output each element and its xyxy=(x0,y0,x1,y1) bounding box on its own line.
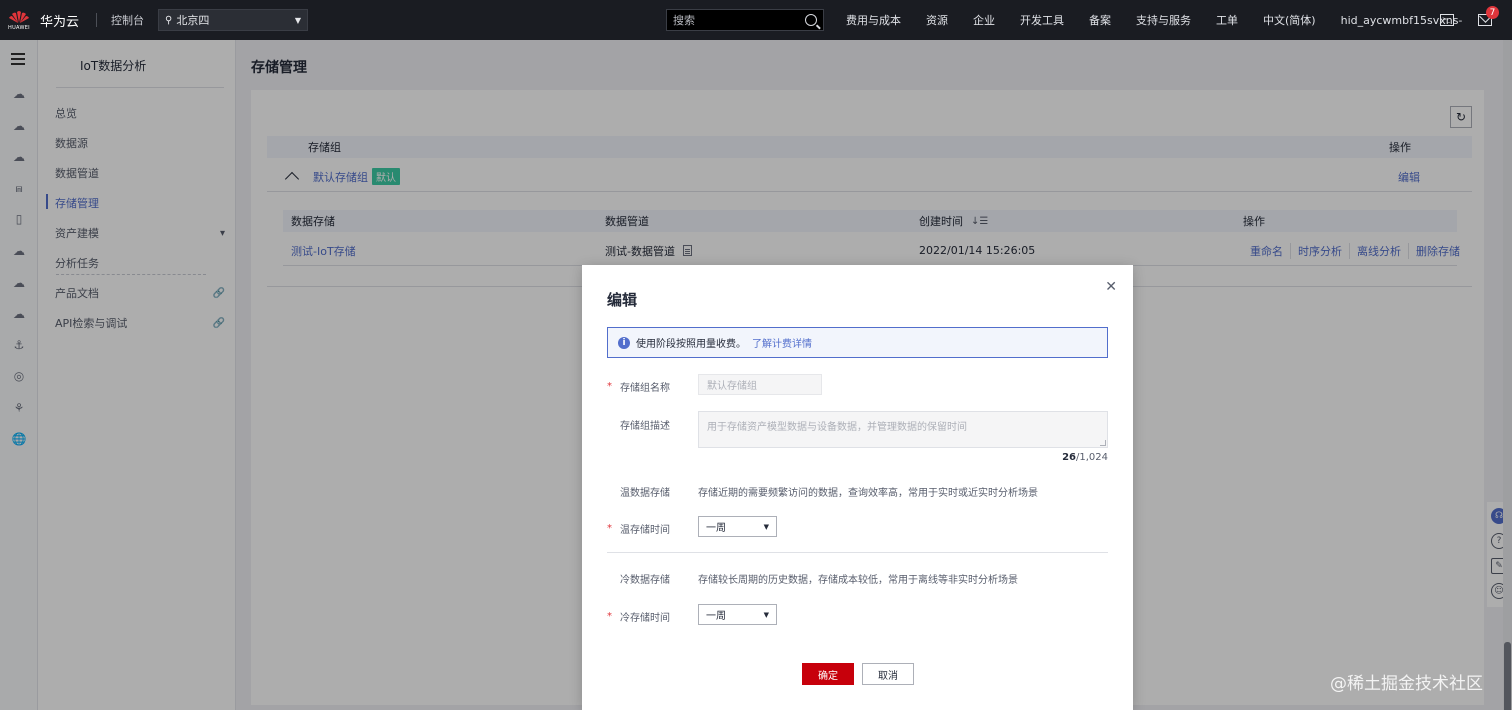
char-counter: 26/1,024 xyxy=(1062,452,1108,463)
required-marker: * xyxy=(607,381,612,392)
confirm-button[interactable]: 确定 xyxy=(802,663,854,685)
nav-resources[interactable]: 资源 xyxy=(926,12,948,28)
mail-badge: 7 xyxy=(1486,6,1499,19)
dialog-title: 编辑 xyxy=(607,291,638,309)
desc-field-value: 用于存储资产模型数据与设备数据，并管理数据的保留时间 xyxy=(707,422,967,433)
required-marker: * xyxy=(607,611,612,622)
nav-cost[interactable]: 费用与成本 xyxy=(846,12,901,28)
terminal-icon[interactable] xyxy=(1440,14,1454,26)
cold-time-label: * 冷存储时间 xyxy=(607,609,697,624)
divider xyxy=(607,552,1108,553)
search-icon[interactable] xyxy=(805,14,817,26)
nav-enterprise[interactable]: 企业 xyxy=(973,12,995,28)
notice-text: 使用阶段按照用量收费。 xyxy=(636,339,746,350)
billing-notice: i 使用阶段按照用量收费。 了解计费详情 xyxy=(607,327,1108,358)
close-icon[interactable]: ✕ xyxy=(1105,279,1117,295)
nav-icp[interactable]: 备案 xyxy=(1089,12,1111,28)
top-nav-links: 费用与成本 资源 企业 开发工具 备案 支持与服务 工单 中文(简体) hid_… xyxy=(846,0,1487,40)
top-navigation-bar: HUAWEI 华为云 控制台 ⚲ 北京四 ▼ 搜索 费用与成本 资源 企业 开发… xyxy=(0,0,1512,40)
divider xyxy=(96,13,97,27)
huawei-logo[interactable]: HUAWEI xyxy=(0,0,38,40)
caret-down-icon: ▼ xyxy=(763,610,769,619)
console-link[interactable]: 控制台 xyxy=(111,12,144,28)
nav-tickets[interactable]: 工单 xyxy=(1216,12,1238,28)
caret-down-icon: ▼ xyxy=(763,522,769,531)
top-icons: 7 xyxy=(1440,0,1499,40)
region-selector[interactable]: ⚲ 北京四 ▼ xyxy=(158,9,308,31)
watermark: @稀土掘金技术社区 xyxy=(1330,674,1483,694)
location-pin-icon: ⚲ xyxy=(165,14,173,26)
billing-details-link[interactable]: 了解计费详情 xyxy=(752,335,812,350)
huawei-petal-icon xyxy=(8,10,30,24)
brand-name[interactable]: 华为云 xyxy=(40,11,92,30)
warm-time-label: * 温存储时间 xyxy=(607,521,697,536)
name-label: * 存储组名称 xyxy=(607,379,697,394)
name-label-text: 存储组名称 xyxy=(620,383,670,394)
edit-dialog: 编辑 ✕ i 使用阶段按照用量收费。 了解计费详情 * 存储组名称 默认存储组 存… xyxy=(582,265,1133,710)
required-marker: * xyxy=(607,523,612,534)
cold-time-value: 一周 xyxy=(706,611,726,622)
cold-storage-description: 存储较长周期的历史数据，存储成本较低，常用于离线等非实时分析场景 xyxy=(698,575,1018,586)
storage-group-description-field[interactable]: 用于存储资产模型数据与设备数据，并管理数据的保留时间 xyxy=(698,411,1108,448)
caret-down-icon: ▼ xyxy=(294,15,301,25)
counter-current: 26 xyxy=(1062,452,1076,463)
nav-support[interactable]: 支持与服务 xyxy=(1136,12,1191,28)
desc-label-text: 存储组描述 xyxy=(620,421,670,432)
warm-time-value: 一周 xyxy=(706,523,726,534)
cold-time-select[interactable]: 一周 ▼ xyxy=(698,604,777,625)
nav-devtools[interactable]: 开发工具 xyxy=(1020,12,1064,28)
cold-time-label-text: 冷存储时间 xyxy=(620,613,670,624)
resize-handle[interactable] xyxy=(1100,440,1106,446)
warm-storage-label: 温数据存储 xyxy=(607,484,697,499)
search-placeholder: 搜索 xyxy=(673,14,695,27)
mail-icon[interactable]: 7 xyxy=(1478,6,1499,26)
search-input[interactable]: 搜索 xyxy=(666,9,824,31)
nav-language[interactable]: 中文(简体) xyxy=(1263,12,1316,28)
cancel-button[interactable]: 取消 xyxy=(862,663,914,685)
storage-group-name-field[interactable]: 默认存储组 xyxy=(698,374,822,395)
warm-label-text: 温数据存储 xyxy=(620,488,670,499)
counter-max: /1,024 xyxy=(1076,452,1108,463)
warm-storage-description: 存储近期的需要频繁访问的数据，查询效率高，常用于实时或近实时分析场景 xyxy=(698,488,1038,499)
cold-storage-label: 冷数据存储 xyxy=(607,571,697,586)
warm-time-select[interactable]: 一周 ▼ xyxy=(698,516,777,537)
warm-time-label-text: 温存储时间 xyxy=(620,525,670,536)
name-field-value: 默认存储组 xyxy=(707,381,757,392)
huawei-wordmark: HUAWEI xyxy=(8,24,30,31)
desc-label: 存储组描述 xyxy=(607,417,697,432)
info-icon: i xyxy=(618,336,630,349)
cold-label-text: 冷数据存储 xyxy=(620,575,670,586)
region-value: 北京四 xyxy=(176,14,210,27)
